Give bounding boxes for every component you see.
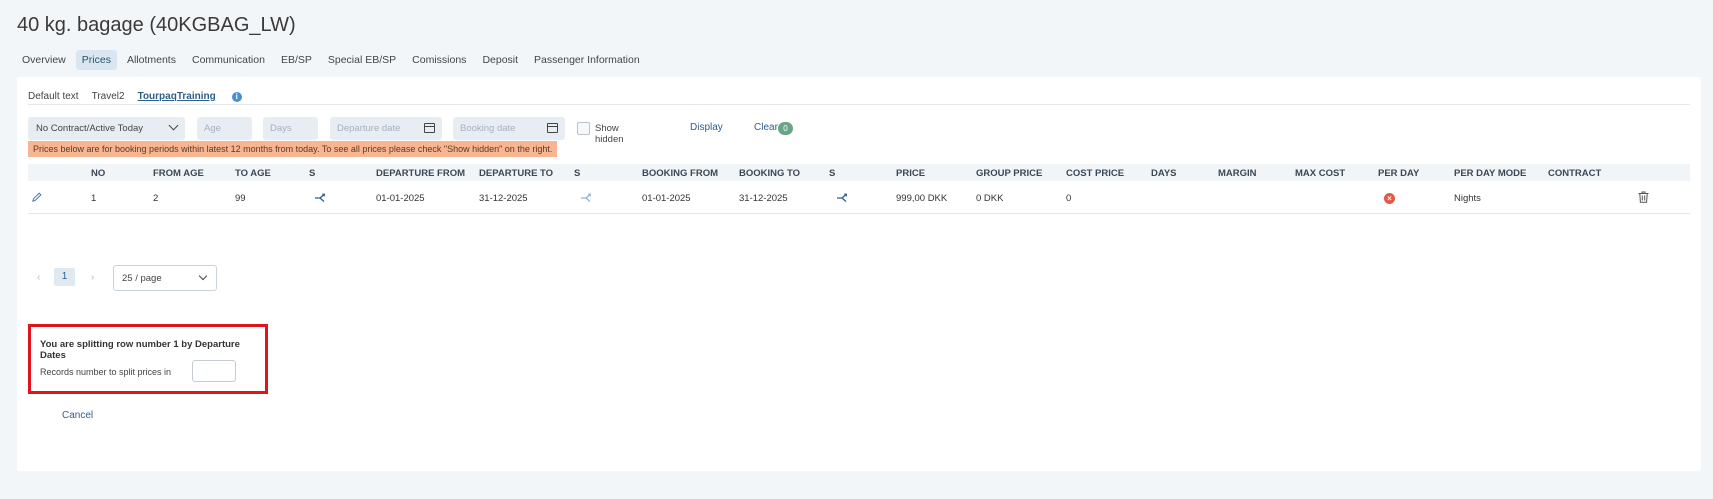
split-row-panel: You are splitting row number 1 by Depart…: [28, 324, 268, 394]
table-header: NO FROM AGE TO AGE S DEPARTURE FROM DEPA…: [28, 164, 1690, 181]
header-margin: MARGIN: [1218, 168, 1257, 179]
days-placeholder: Days: [270, 123, 292, 134]
main-tabs: Overview Prices Allotments Communication…: [16, 50, 650, 70]
contract-select[interactable]: No Contract/Active Today: [28, 117, 185, 140]
show-hidden-checkbox[interactable]: [577, 122, 590, 135]
show-hidden-label: Show hidden: [595, 123, 624, 145]
header-per-day-mode: PER DAY MODE: [1454, 168, 1527, 179]
tab-default-text[interactable]: Default text: [28, 91, 79, 102]
header-no: NO: [91, 168, 106, 179]
delete-icon[interactable]: [1638, 191, 1649, 203]
header-max-cost: MAX COST: [1295, 168, 1346, 179]
per-day-false-icon: ×: [1384, 193, 1395, 204]
split-booking-icon[interactable]: [836, 193, 848, 203]
header-days: DAYS: [1151, 168, 1177, 179]
cell-cost-price: 0: [1066, 193, 1072, 204]
info-icon[interactable]: i: [231, 92, 242, 102]
clear-button[interactable]: Clear: [754, 122, 778, 133]
header-split-2: S: [574, 168, 581, 179]
table-row: 1 2 99 01-01-2025 31-12-2025 01-01-2025 …: [28, 181, 1690, 214]
age-placeholder: Age: [204, 123, 221, 134]
cell-no: 1: [91, 193, 97, 204]
page-size-select[interactable]: 25 / page: [113, 265, 217, 291]
departure-date-placeholder: Departure date: [337, 123, 401, 134]
header-from-age: FROM AGE: [153, 168, 204, 179]
cell-price: 999,00 DKK: [896, 193, 948, 204]
page-title: 40 kg. bagage (40KGBAG_LW): [17, 14, 296, 36]
tab-allotments[interactable]: Allotments: [121, 50, 182, 70]
prices-table: NO FROM AGE TO AGE S DEPARTURE FROM DEPA…: [28, 164, 1690, 214]
next-page-button[interactable]: ›: [91, 272, 94, 283]
records-number-label: Records number to split prices in: [40, 367, 172, 377]
header-group-price: GROUP PRICE: [976, 168, 1043, 179]
header-cost-price: COST PRICE: [1066, 168, 1125, 179]
page-size-value: 25 / page: [122, 273, 162, 284]
header-departure-from: DEPARTURE FROM: [376, 168, 466, 179]
tab-travel2[interactable]: Travel2: [92, 91, 125, 102]
header-split-3: S: [829, 168, 836, 179]
header-split-1: S: [309, 168, 316, 179]
cell-booking-to: 31-12-2025: [739, 193, 788, 204]
tab-eb-sp[interactable]: EB/SP: [275, 50, 318, 70]
cell-group-price: 0 DKK: [976, 193, 1004, 204]
cell-booking-from: 01-01-2025: [642, 193, 691, 204]
age-input[interactable]: Age: [197, 117, 252, 140]
split-title: You are splitting row number 1 by Depart…: [40, 339, 240, 361]
tab-special-eb-sp[interactable]: Special EB/SP: [322, 50, 402, 70]
edit-icon[interactable]: [32, 192, 42, 202]
departure-date-input[interactable]: Departure date: [330, 117, 442, 140]
tab-passenger-information[interactable]: Passenger Information: [528, 50, 646, 70]
split-departure-icon[interactable]: [314, 193, 326, 203]
prices-panel: Default text Travel2 TourpaqTraining i N…: [17, 77, 1701, 471]
split-departure-active-icon[interactable]: [580, 193, 592, 203]
tab-tourpaqtraining[interactable]: TourpaqTraining: [138, 91, 216, 102]
records-number-input[interactable]: [192, 360, 236, 382]
tab-comissions[interactable]: Comissions: [406, 50, 472, 70]
contract-select-value: No Contract/Active Today: [36, 123, 144, 134]
calendar-icon: [547, 123, 558, 133]
cell-departure-to: 31-12-2025: [479, 193, 528, 204]
calendar-icon: [424, 123, 435, 133]
chevron-down-icon: [168, 120, 179, 131]
header-booking-from: BOOKING FROM: [642, 168, 718, 179]
header-to-age: TO AGE: [235, 168, 271, 179]
cell-per-day-mode: Nights: [1454, 193, 1481, 204]
cell-from-age: 2: [153, 193, 159, 204]
tab-overview[interactable]: Overview: [16, 50, 72, 70]
tab-prices[interactable]: Prices: [75, 50, 117, 70]
header-price: PRICE: [896, 168, 926, 179]
days-input[interactable]: Days: [263, 117, 318, 140]
tab-deposit[interactable]: Deposit: [476, 50, 524, 70]
cell-departure-from: 01-01-2025: [376, 193, 425, 204]
header-booking-to: BOOKING TO: [739, 168, 801, 179]
booking-date-input[interactable]: Booking date: [453, 117, 565, 140]
booking-date-placeholder: Booking date: [460, 123, 516, 134]
chevron-down-icon: [198, 271, 208, 281]
tab-communication[interactable]: Communication: [186, 50, 271, 70]
display-button[interactable]: Display: [690, 122, 723, 133]
page-1-button[interactable]: 1: [54, 268, 75, 286]
header-per-day: PER DAY: [1378, 168, 1420, 179]
header-contract: CONTRACT: [1548, 168, 1602, 179]
prev-page-button[interactable]: ‹: [37, 272, 40, 283]
header-departure-to: DEPARTURE TO: [479, 168, 554, 179]
cancel-button[interactable]: Cancel: [62, 410, 93, 421]
booking-period-warning: Prices below are for booking periods wit…: [28, 141, 558, 157]
clear-count-badge: 0: [778, 122, 793, 135]
cell-to-age: 99: [235, 193, 246, 204]
language-tabs: Default text Travel2 TourpaqTraining i: [28, 91, 1690, 105]
